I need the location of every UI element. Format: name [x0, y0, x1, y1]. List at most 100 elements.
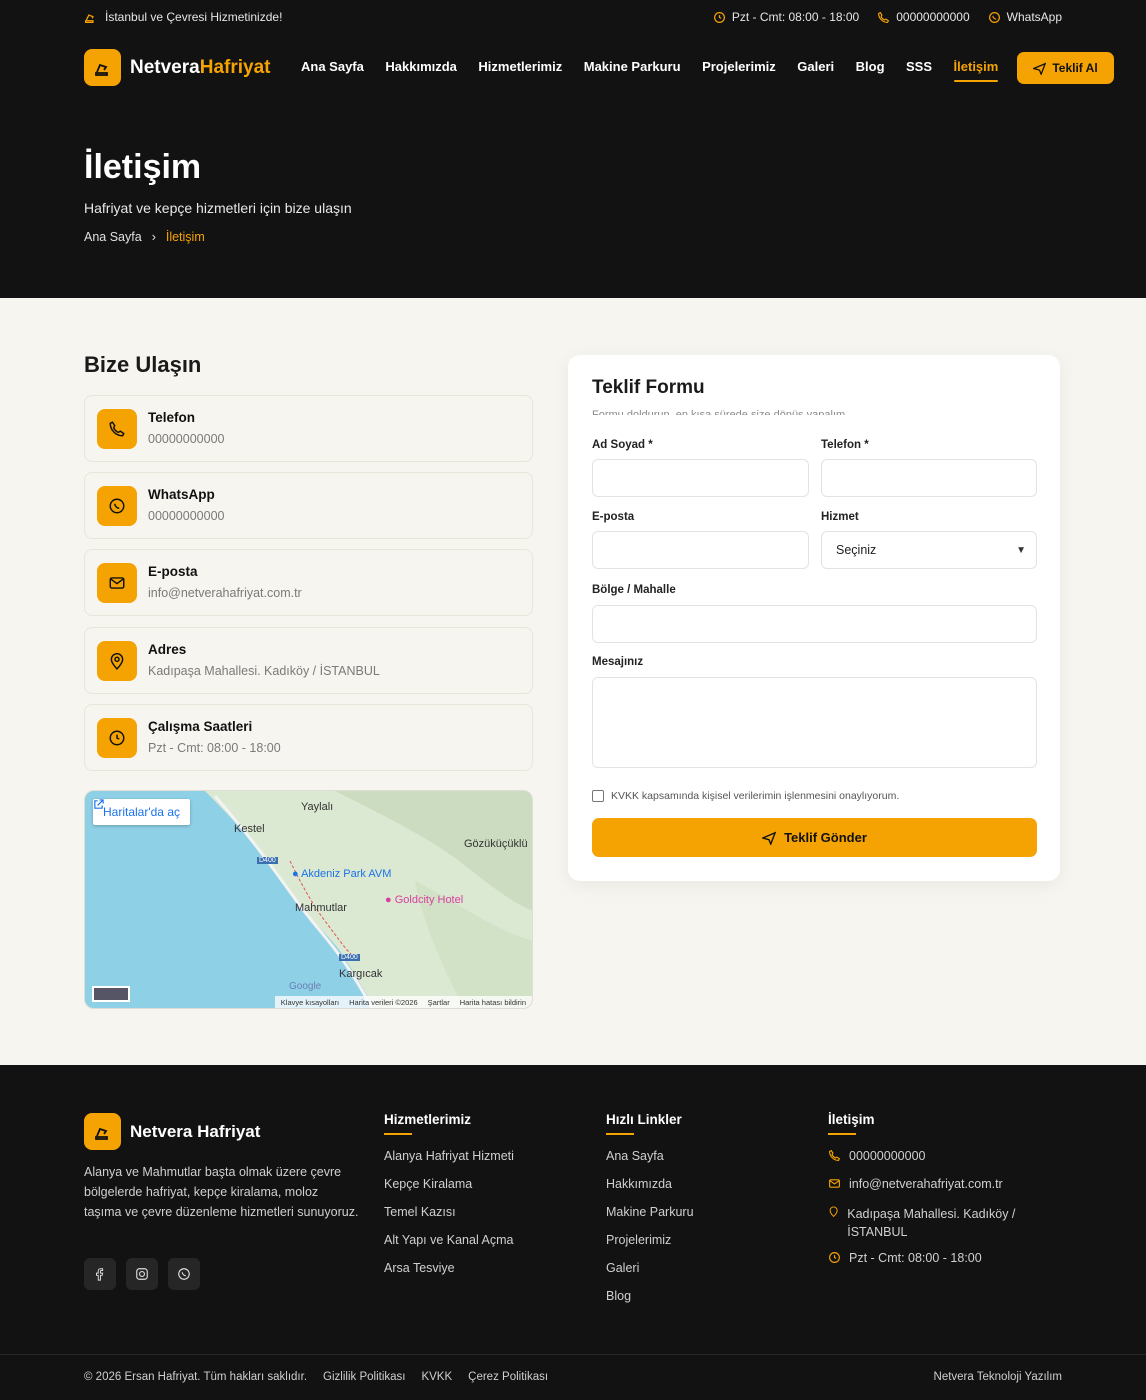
nav-item-projects[interactable]: Projelerimiz — [702, 59, 776, 82]
site-logo[interactable]: NetveraHafriyat — [84, 49, 270, 86]
footer-link[interactable]: Hakkımızda — [606, 1177, 694, 1205]
map-poi-hotel[interactable]: ● Goldcity Hotel — [385, 894, 463, 906]
phone-icon — [878, 11, 890, 23]
footer-link[interactable]: Alt Yapı ve Kanal Açma — [384, 1233, 514, 1261]
footer-link[interactable]: Ana Sayfa — [606, 1149, 694, 1177]
footer-bottom-bar: © 2026 Ersan Hafriyat. Tüm hakları saklı… — [0, 1354, 1146, 1400]
footer-link[interactable]: Projelerimiz — [606, 1233, 694, 1261]
consent-label: KVKK kapsamında kişisel verilerimin işle… — [611, 790, 900, 802]
footer-link[interactable]: Makine Parkuru — [606, 1205, 694, 1233]
nav-item-gallery[interactable]: Galeri — [797, 59, 834, 82]
map-poi-mall[interactable]: ● Akdeniz Park AVM — [292, 868, 391, 880]
embedded-map[interactable]: Haritalar'da aç Yaylalı Kestel Gözüküçük… — [84, 790, 533, 1009]
map-footer: Klavye kısayolları Harita verileri ©2026… — [274, 996, 532, 1008]
breadcrumb-current: İletişim — [165, 230, 205, 244]
nav-item-faq[interactable]: SSS — [906, 59, 932, 82]
chevron-right-icon: › — [151, 230, 156, 244]
top-whatsapp-link[interactable]: WhatsApp — [988, 10, 1062, 24]
footer: Netvera Hafriyat Alanya ve Mahmutlar baş… — [0, 1065, 1146, 1400]
chevron-down-icon: ▼ — [1016, 545, 1026, 556]
mail-icon — [97, 563, 137, 603]
nav-item-machines[interactable]: Makine Parkuru — [584, 59, 681, 82]
phone-input[interactable] — [821, 459, 1037, 497]
mail-icon — [829, 1179, 840, 1188]
clock-icon — [713, 11, 725, 23]
service-select[interactable]: Seçiniz ▼ — [821, 531, 1037, 569]
excavator-icon — [84, 13, 94, 23]
location-icon — [829, 1206, 838, 1218]
logo-text: NetveraHafriyat — [130, 56, 271, 78]
contact-card-email[interactable]: E-posta info@netverahafriyat.com.tr — [84, 549, 533, 616]
contact-card-value: Kadıpaşa Mahallesi. Kadıköy / İSTANBUL — [148, 664, 380, 678]
region-input[interactable] — [592, 605, 1037, 643]
logo-badge — [84, 1113, 121, 1150]
footer-phone[interactable]: 00000000000 — [828, 1149, 1048, 1177]
phone-icon — [829, 1149, 841, 1161]
instagram-icon[interactable] — [126, 1258, 158, 1290]
footer-link[interactable]: Temel Kazısı — [384, 1205, 514, 1233]
road-shield: D400 — [257, 857, 278, 864]
cookie-policy-link[interactable]: Çerez Politikası — [468, 1371, 548, 1383]
contact-card-title: Adres — [148, 642, 187, 657]
google-logo: Google — [289, 981, 322, 992]
footer-address: Kadıpaşa Mahallesi. Kadıköy / İSTANBUL — [828, 1205, 1048, 1251]
contact-card-title: E-posta — [148, 564, 198, 579]
nav-item-home[interactable]: Ana Sayfa — [301, 59, 364, 82]
footer-link[interactable]: Alanya Hafriyat Hizmeti — [384, 1149, 514, 1177]
open-in-maps-link[interactable]: Haritalar'da aç — [93, 799, 190, 825]
nav-item-blog[interactable]: Blog — [856, 59, 885, 82]
top-bar: İstanbul ve Çevresi Hizmetinizde! Pzt - … — [0, 0, 1146, 34]
breadcrumb: Ana Sayfa › İletişim — [84, 230, 205, 244]
get-quote-button[interactable]: Teklif Al — [1017, 52, 1114, 84]
privacy-link[interactable]: Gizlilik Politikası — [323, 1371, 405, 1383]
name-label: Ad Soyad * — [592, 439, 653, 451]
page-subtitle: Hafriyat ve kepçe hizmetleri için bize u… — [84, 200, 352, 216]
quote-form: Teklif Formu Formu doldurun, en kısa sür… — [568, 355, 1060, 881]
name-input[interactable] — [592, 459, 809, 497]
road-shield: D400 — [339, 954, 360, 961]
footer-link[interactable]: Kepçe Kiralama — [384, 1177, 514, 1205]
footer-link[interactable]: Arsa Tesviye — [384, 1261, 514, 1289]
whatsapp-icon[interactable] — [168, 1258, 200, 1290]
contact-card-title: WhatsApp — [148, 487, 215, 502]
form-subtitle: Formu doldurun, en kısa sürede size dönü… — [592, 409, 849, 415]
footer-email[interactable]: info@netverahafriyat.com.tr — [828, 1177, 1048, 1205]
excavator-icon — [94, 1127, 108, 1140]
header: NetveraHafriyat Ana Sayfa Hakkımızda Hiz… — [0, 34, 1146, 298]
footer-quick-links: Hızlı Linkler Ana Sayfa Hakkımızda Makin… — [606, 1112, 694, 1317]
map-label: Kargıcak — [339, 968, 383, 980]
nav-item-contact[interactable]: İletişim — [953, 59, 998, 82]
footer-link[interactable]: Blog — [606, 1289, 694, 1317]
contact-card-whatsapp[interactable]: WhatsApp 00000000000 — [84, 472, 533, 539]
contact-card-phone[interactable]: Telefon 00000000000 — [84, 395, 533, 462]
whatsapp-icon — [97, 486, 137, 526]
kvkk-link[interactable]: KVKK — [421, 1371, 452, 1383]
footer-services: Hizmetlerimiz Alanya Hafriyat Hizmeti Ke… — [384, 1112, 514, 1289]
contact-card-value: 00000000000 — [148, 509, 225, 523]
developer-credit[interactable]: Netvera Teknoloji Yazılım — [934, 1371, 1062, 1383]
nav-item-services[interactable]: Hizmetlerimiz — [478, 59, 562, 82]
footer-logo[interactable]: Netvera Hafriyat — [84, 1113, 260, 1150]
footer-hours: Pzt - Cmt: 08:00 - 18:00 — [828, 1251, 1048, 1279]
contact-section-title: Bize Ulaşın — [84, 352, 202, 377]
top-hours: Pzt - Cmt: 08:00 - 18:00 — [713, 10, 859, 24]
map-label: Kestel — [234, 823, 265, 835]
send-icon — [762, 831, 777, 845]
message-textarea[interactable] — [592, 677, 1037, 768]
facebook-icon[interactable] — [84, 1258, 116, 1290]
footer-contact: İletişim 00000000000 info@netverahafriya… — [828, 1112, 1048, 1279]
map-label: Gözüküçüklü — [464, 838, 528, 850]
submit-quote-button[interactable]: Teklif Gönder — [592, 818, 1037, 857]
nav-item-about[interactable]: Hakkımızda — [385, 59, 457, 82]
map-label: Mahmutlar — [295, 902, 347, 914]
footer-link[interactable]: Galeri — [606, 1261, 694, 1289]
kvkk-consent[interactable]: KVKK kapsamında kişisel verilerimin işle… — [592, 790, 899, 802]
email-input[interactable] — [592, 531, 809, 569]
consent-checkbox[interactable] — [592, 790, 604, 802]
breadcrumb-home[interactable]: Ana Sayfa — [84, 230, 142, 244]
external-link-icon — [94, 799, 104, 809]
top-phone-link[interactable]: 00000000000 — [877, 10, 970, 24]
region-label: Bölge / Mahalle — [592, 584, 676, 596]
contact-card-address[interactable]: Adres Kadıpaşa Mahallesi. Kadıköy / İSTA… — [84, 627, 533, 694]
excavator-icon — [94, 63, 108, 76]
